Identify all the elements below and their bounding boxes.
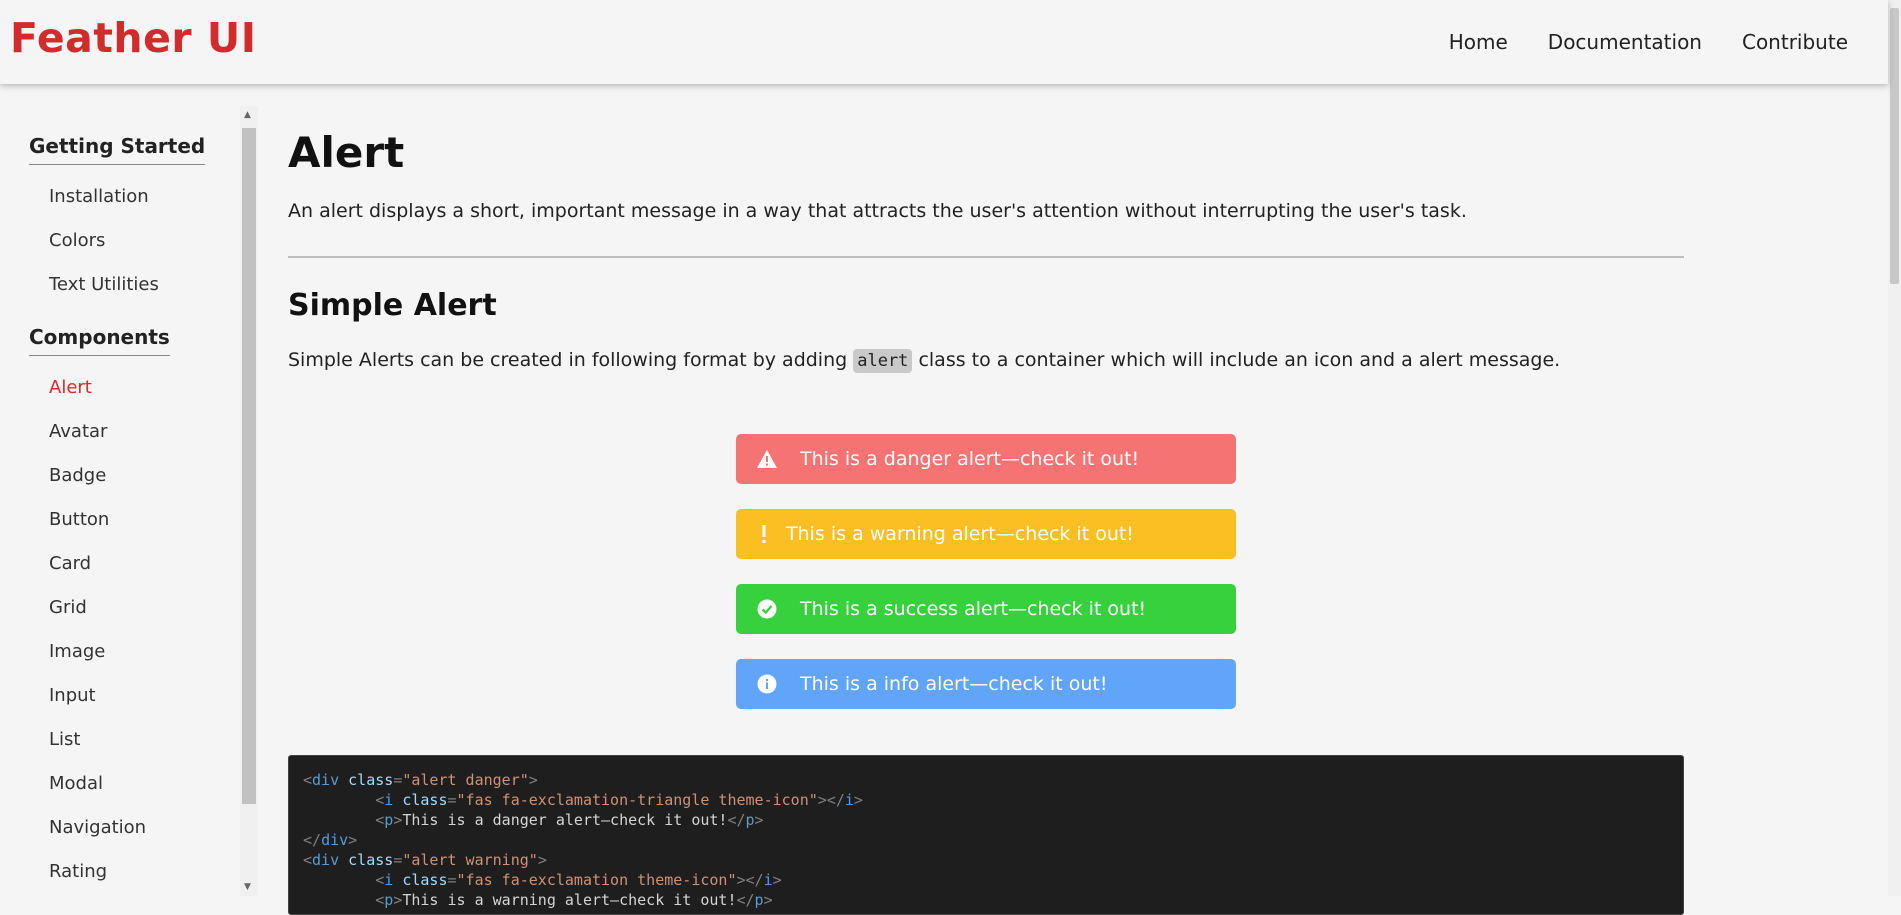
code-token: div [312, 771, 340, 789]
code-token: class [402, 791, 448, 809]
nav-contribute-link[interactable]: Contribute [1742, 30, 1848, 54]
inline-code-alert: alert [853, 349, 913, 373]
code-token: i [384, 871, 394, 889]
sidebar-item-alert[interactable]: Alert [0, 366, 258, 410]
code-token: "fas fa-exclamation-triangle theme-icon" [456, 791, 818, 809]
page-title: Alert [288, 128, 405, 177]
sidebar-item-avatar[interactable]: Avatar [0, 410, 258, 454]
page-scrollbar[interactable] [1888, 0, 1901, 896]
paragraph-text-end: class to a container which will include … [912, 349, 1561, 371]
exclamation-triangle-icon [756, 448, 778, 470]
code-block: <div class="alert danger"> <i class="fas… [288, 755, 1684, 915]
alert-info-text: This is a info alert—check it out! [800, 673, 1108, 695]
sidebar-item-grid[interactable]: Grid [0, 586, 258, 630]
alert-info: This is a info alert—check it out! [736, 659, 1236, 709]
code-token: div [321, 831, 349, 849]
alerts-demo: This is a danger alert—check it out! Thi… [736, 434, 1236, 734]
code-token: p [745, 811, 755, 829]
sidebar-item-list[interactable]: List [0, 718, 258, 762]
code-token: class [402, 871, 448, 889]
sidebar: Getting Started Installation Colors Text… [0, 106, 258, 896]
sidebar-item-installation[interactable]: Installation [0, 175, 258, 219]
page-description: An alert displays a short, important mes… [288, 200, 1467, 222]
sidebar-section-getting-started: Getting Started [29, 134, 206, 165]
top-header: Feather UI Home Documentation Contribute [0, 0, 1888, 84]
sidebar-item-input[interactable]: Input [0, 674, 258, 718]
page-scrollbar-thumb[interactable] [1890, 8, 1899, 284]
code-token: i [384, 791, 394, 809]
code-token: i [763, 871, 773, 889]
alert-warning-text: This is a warning alert—check it out! [786, 523, 1134, 545]
alert-success: This is a success alert—check it out! [736, 584, 1236, 634]
nav-home-link[interactable]: Home [1449, 30, 1508, 54]
scroll-down-arrow-icon[interactable]: ▼ [244, 882, 251, 892]
code-token: p [754, 891, 764, 909]
sidebar-item-navigation[interactable]: Navigation [0, 806, 258, 850]
alert-danger-text: This is a danger alert—check it out! [800, 448, 1140, 470]
code-token: This is a danger alert—check it out! [402, 811, 728, 829]
alert-success-text: This is a success alert—check it out! [800, 598, 1147, 620]
code-token: class [348, 851, 394, 869]
top-nav: Home Documentation Contribute [1409, 0, 1848, 84]
nav-documentation-link[interactable]: Documentation [1548, 30, 1702, 54]
sidebar-item-modal[interactable]: Modal [0, 762, 258, 806]
code-token: "alert danger" [402, 771, 529, 789]
code-token: p [384, 811, 394, 829]
sidebar-item-badge[interactable]: Badge [0, 454, 258, 498]
brand-logo[interactable]: Feather UI [10, 14, 256, 62]
sidebar-item-text-utilities[interactable]: Text Utilities [0, 263, 258, 307]
code-token: p [384, 891, 394, 909]
exclamation-icon [756, 523, 772, 545]
section-divider [288, 256, 1684, 258]
code-token: This is a warning alert—check it out! [402, 891, 737, 909]
paragraph-text-start: Simple Alerts can be created in followin… [288, 349, 854, 371]
scroll-up-arrow-icon[interactable]: ▲ [244, 110, 251, 120]
code-token: i [844, 791, 854, 809]
code-token: class [348, 771, 394, 789]
sidebar-item-rating[interactable]: Rating [0, 850, 258, 894]
sidebar-list-getting-started: Installation Colors Text Utilities [0, 175, 258, 307]
main-content: Alert An alert displays a short, importa… [288, 106, 1684, 376]
sidebar-item-card[interactable]: Card [0, 542, 258, 586]
sidebar-item-colors[interactable]: Colors [0, 219, 258, 263]
info-circle-icon [756, 673, 778, 695]
code-token: "fas fa-exclamation theme-icon" [456, 871, 737, 889]
sidebar-scrollbar[interactable]: ▲ ▼ [240, 106, 258, 896]
alert-warning: This is a warning alert—check it out! [736, 509, 1236, 559]
section-paragraph: Simple Alerts can be created in followin… [288, 345, 1684, 376]
sidebar-list-components: Alert Avatar Badge Button Card Grid Imag… [0, 366, 258, 894]
section-title: Simple Alert [288, 288, 497, 323]
code-token: div [312, 851, 340, 869]
sidebar-item-button[interactable]: Button [0, 498, 258, 542]
sidebar-section-components: Components [29, 325, 170, 356]
check-circle-icon [756, 598, 778, 620]
sidebar-item-image[interactable]: Image [0, 630, 258, 674]
alert-danger: This is a danger alert—check it out! [736, 434, 1236, 484]
sidebar-scrollbar-thumb[interactable] [242, 128, 256, 804]
code-token: "alert warning" [402, 851, 538, 869]
